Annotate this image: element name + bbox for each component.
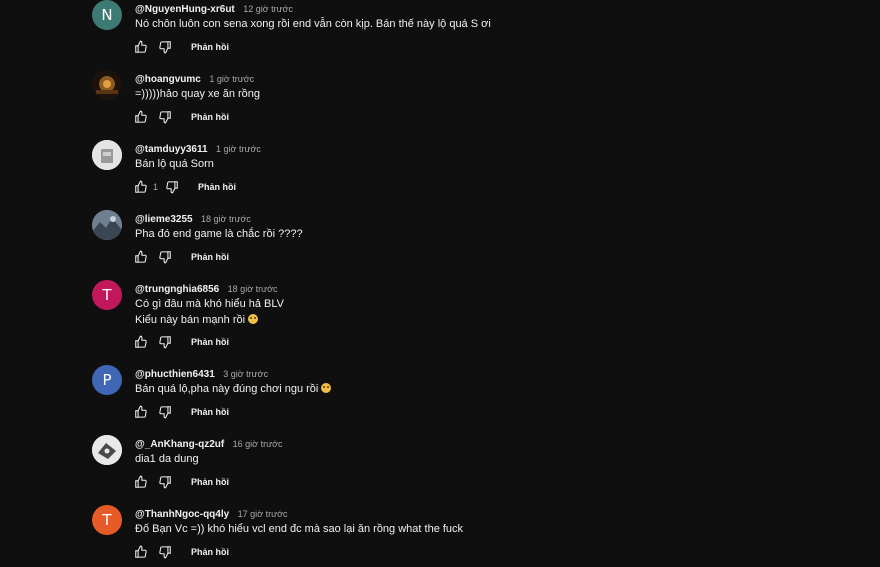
comment-text: =)))))hảo quay xe ăn rồng <box>135 88 261 100</box>
reply-button[interactable]: Phản hồi <box>191 42 229 52</box>
thumbs-up-icon[interactable] <box>133 249 149 265</box>
comment-time[interactable]: 12 giờ trước <box>243 4 293 14</box>
reply-button[interactable]: Phản hồi <box>191 112 229 122</box>
thumbs-up-icon[interactable] <box>133 39 149 55</box>
thumbs-up-icon[interactable] <box>133 109 149 125</box>
comment-author[interactable]: @tamduyy3611 <box>135 144 208 155</box>
comment-author[interactable]: @NguyenHung-xr6ut <box>135 4 235 15</box>
thumbs-down-icon[interactable] <box>157 109 173 125</box>
comment-text: Có gì đâu mà khó hiểu hả BLV <box>135 298 285 310</box>
comment-actions: Phản hồi <box>133 108 229 126</box>
comment-item: N @NguyenHung-xr6ut 12 giờ trước Nó chôn… <box>92 0 852 64</box>
avatar[interactable]: T <box>92 505 122 535</box>
comment-author[interactable]: @trungnghia6856 <box>135 284 219 295</box>
comment-body: @trungnghia6856 18 giờ trước Có gì đâu m… <box>135 280 835 328</box>
comment-time[interactable]: 18 giờ trước <box>201 214 251 224</box>
comment-header: @hoangvumc 1 giờ trước <box>135 70 835 86</box>
thumbs-up-icon[interactable] <box>133 544 149 560</box>
thumbs-down-icon[interactable] <box>157 39 173 55</box>
comment-actions: Phản hồi <box>133 473 229 491</box>
thumbs-down-icon[interactable] <box>157 404 173 420</box>
avatar[interactable]: P <box>92 365 122 395</box>
comment-header: @_AnKhang-qz2uf 16 giờ trước <box>135 435 835 451</box>
comment-body: @NguyenHung-xr6ut 12 giờ trước Nó chôn l… <box>135 0 835 32</box>
thumbs-up-icon[interactable] <box>133 404 149 420</box>
thumbs-down-icon[interactable] <box>157 334 173 350</box>
comment-body: @lieme3255 18 giờ trước Pha đó end game … <box>135 210 835 242</box>
comment-header: @tamduyy3611 1 giờ trước <box>135 140 835 156</box>
comment-item: T @ThanhNgoc-qq4ly 17 giờ trước Đố Bạn V… <box>92 505 852 567</box>
comment-header: @ThanhNgoc-qq4ly 17 giờ trước <box>135 505 835 521</box>
avatar-letter: T <box>102 286 112 304</box>
comment-header: @phucthien6431 3 giờ trước <box>135 365 835 381</box>
comment-body: @phucthien6431 3 giờ trước Bán quá lộ,ph… <box>135 365 835 397</box>
reply-button[interactable]: Phản hồi <box>191 252 229 262</box>
comment-time[interactable]: 1 giờ trước <box>209 74 254 84</box>
avatar[interactable]: N <box>92 0 122 30</box>
comment-text: Bán quá lộ,pha này đúng chơi ngu rồi <box>135 383 319 395</box>
comment-time[interactable]: 17 giờ trước <box>238 509 288 519</box>
avatar[interactable] <box>92 140 122 170</box>
reply-button[interactable]: Phản hồi <box>198 182 236 192</box>
grinning-face-emoji-icon <box>321 383 332 393</box>
comment-actions: Phản hồi <box>133 403 229 421</box>
avatar-letter: T <box>102 511 112 529</box>
avatar[interactable] <box>92 70 122 100</box>
reply-button[interactable]: Phản hồi <box>191 547 229 557</box>
comment-item: @lieme3255 18 giờ trước Pha đó end game … <box>92 210 852 274</box>
thumbs-up-icon[interactable] <box>133 179 149 195</box>
comment-author[interactable]: @phucthien6431 <box>135 369 215 380</box>
comment-text: Đố Bạn Vc =)) khó hiểu vcl end đc mà sao… <box>135 523 464 535</box>
comment-body: @tamduyy3611 1 giờ trước Bán lộ quá Sorn <box>135 140 835 172</box>
thumbs-down-icon[interactable] <box>157 249 173 265</box>
avatar[interactable] <box>92 210 122 240</box>
comment-time[interactable]: 18 giờ trước <box>228 284 278 294</box>
comment-text: Nó chôn luôn con sena xong rồi end vẫn c… <box>135 18 491 30</box>
comment-actions: Phản hồi <box>133 38 229 56</box>
comment-item: P @phucthien6431 3 giờ trước Bán quá lộ,… <box>92 365 852 429</box>
comment-item: T @trungnghia6856 18 giờ trước Có gì đâu… <box>92 280 852 349</box>
avatar[interactable] <box>92 435 122 465</box>
comment-text: dia1 da dung <box>135 453 199 465</box>
comment-author[interactable]: @_AnKhang-qz2uf <box>135 439 224 450</box>
comment-body: @ThanhNgoc-qq4ly 17 giờ trước Đố Bạn Vc … <box>135 505 835 537</box>
thumbs-up-icon[interactable] <box>133 334 149 350</box>
comment-author[interactable]: @hoangvumc <box>135 74 201 85</box>
comment-text-line: Kiểu này bán mạnh rồi <box>135 312 835 328</box>
comment-text-line-content: Kiểu này bán mạnh rồi <box>135 314 246 326</box>
thumbs-down-icon[interactable] <box>157 474 173 490</box>
comment-header: @trungnghia6856 18 giờ trước <box>135 280 835 296</box>
thumbs-up-icon[interactable] <box>133 474 149 490</box>
thumbs-down-icon[interactable] <box>157 544 173 560</box>
avatar-letter: P <box>102 371 112 389</box>
comment-time[interactable]: 16 giờ trước <box>233 439 283 449</box>
comment-text: Pha đó end game là chắc rồi ???? <box>135 228 303 240</box>
comment-author[interactable]: @ThanhNgoc-qq4ly <box>135 509 229 520</box>
avatar[interactable]: T <box>92 280 122 310</box>
comment-author[interactable]: @lieme3255 <box>135 214 193 225</box>
comment-body: @_AnKhang-qz2uf 16 giờ trước dia1 da dun… <box>135 435 835 467</box>
comment-body: @hoangvumc 1 giờ trước =)))))hảo quay xe… <box>135 70 835 102</box>
reply-button[interactable]: Phản hồi <box>191 477 229 487</box>
avatar-letter: N <box>101 6 113 24</box>
comment-actions: Phản hồi <box>133 543 229 561</box>
comment-header: @NguyenHung-xr6ut 12 giờ trước <box>135 0 835 16</box>
comment-item: @hoangvumc 1 giờ trước =)))))hảo quay xe… <box>92 70 852 134</box>
thumbs-down-icon[interactable] <box>164 179 180 195</box>
comment-time[interactable]: 1 giờ trước <box>216 144 261 154</box>
comments-page: N @NguyenHung-xr6ut 12 giờ trước Nó chôn… <box>0 0 880 567</box>
comment-actions: Phản hồi <box>133 248 229 266</box>
comment-text: Bán lộ quá Sorn <box>135 158 214 170</box>
comment-text-line: Bán quá lộ,pha này đúng chơi ngu rồi <box>135 381 835 397</box>
comment-actions: 1 Phản hồi <box>133 178 236 196</box>
reply-button[interactable]: Phản hồi <box>191 407 229 417</box>
reply-button[interactable]: Phản hồi <box>191 337 229 347</box>
like-count: 1 <box>153 182 159 192</box>
comment-item: @tamduyy3611 1 giờ trước Bán lộ quá Sorn… <box>92 140 852 204</box>
comment-item: @_AnKhang-qz2uf 16 giờ trước dia1 da dun… <box>92 435 852 499</box>
comment-header: @lieme3255 18 giờ trước <box>135 210 835 226</box>
comment-time[interactable]: 3 giờ trước <box>223 369 268 379</box>
comment-actions: Phản hồi <box>133 333 229 351</box>
grinning-face-emoji-icon <box>248 314 259 324</box>
